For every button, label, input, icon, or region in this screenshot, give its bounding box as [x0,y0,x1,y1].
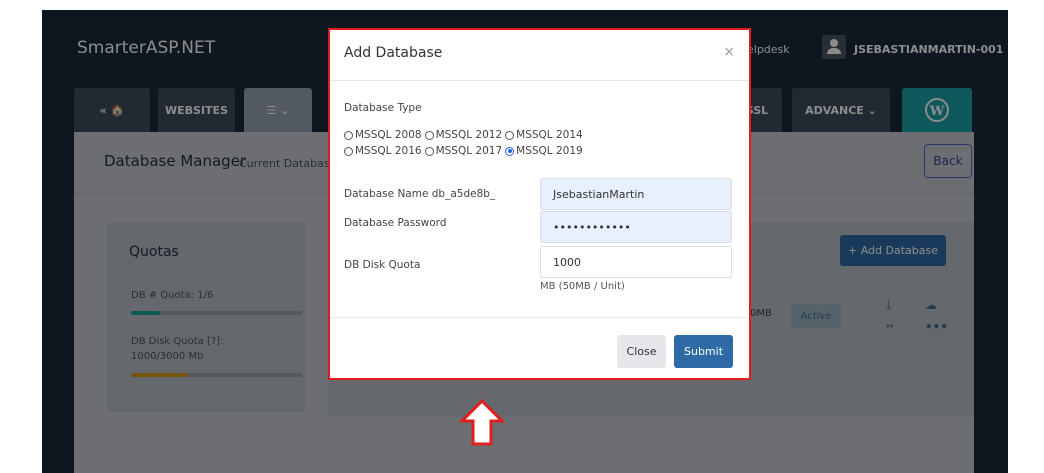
database-name-label: Database Name db_a5de8b_ [344,188,496,200]
submit-button[interactable]: Submit [674,335,733,368]
db-type-row-2: MSSQL 2016 MSSQL 2017 MSSQL 2019 [344,145,586,157]
divider [330,80,749,81]
db-disk-quota-input[interactable]: 1000 [540,246,732,278]
database-password-input[interactable]: •••••••••••• [540,211,732,243]
screenshot-frame: SmarterASP.NET elpdesk JSEBASTIANMARTIN-… [0,0,1044,473]
divider [330,317,749,318]
radio-mssql-2017[interactable]: MSSQL 2017 [424,145,502,157]
modal-title: Add Database [344,45,443,61]
database-type-label: Database Type [344,102,422,114]
radio-mssql-2012[interactable]: MSSQL 2012 [424,129,502,141]
db-disk-quota-label: DB Disk Quota [344,259,421,271]
close-button[interactable]: Close [617,335,666,368]
radio-mssql-2008[interactable]: MSSQL 2008 [344,129,422,141]
radio-mssql-2014[interactable]: MSSQL 2014 [505,129,583,141]
radio-mssql-2019[interactable]: MSSQL 2019 [505,145,583,157]
close-icon[interactable]: × [723,44,735,60]
database-password-label: Database Password [344,217,447,229]
add-database-modal: Add Database × Database Type MSSQL 2008 … [328,28,751,380]
up-arrow-annotation-icon [458,398,506,446]
db-type-row-1: MSSQL 2008 MSSQL 2012 MSSQL 2014 [344,129,586,141]
disk-quota-hint: MB (50MB / Unit) [540,281,625,292]
database-name-input[interactable]: JsebastianMartin [540,178,732,210]
radio-mssql-2016[interactable]: MSSQL 2016 [344,145,422,157]
